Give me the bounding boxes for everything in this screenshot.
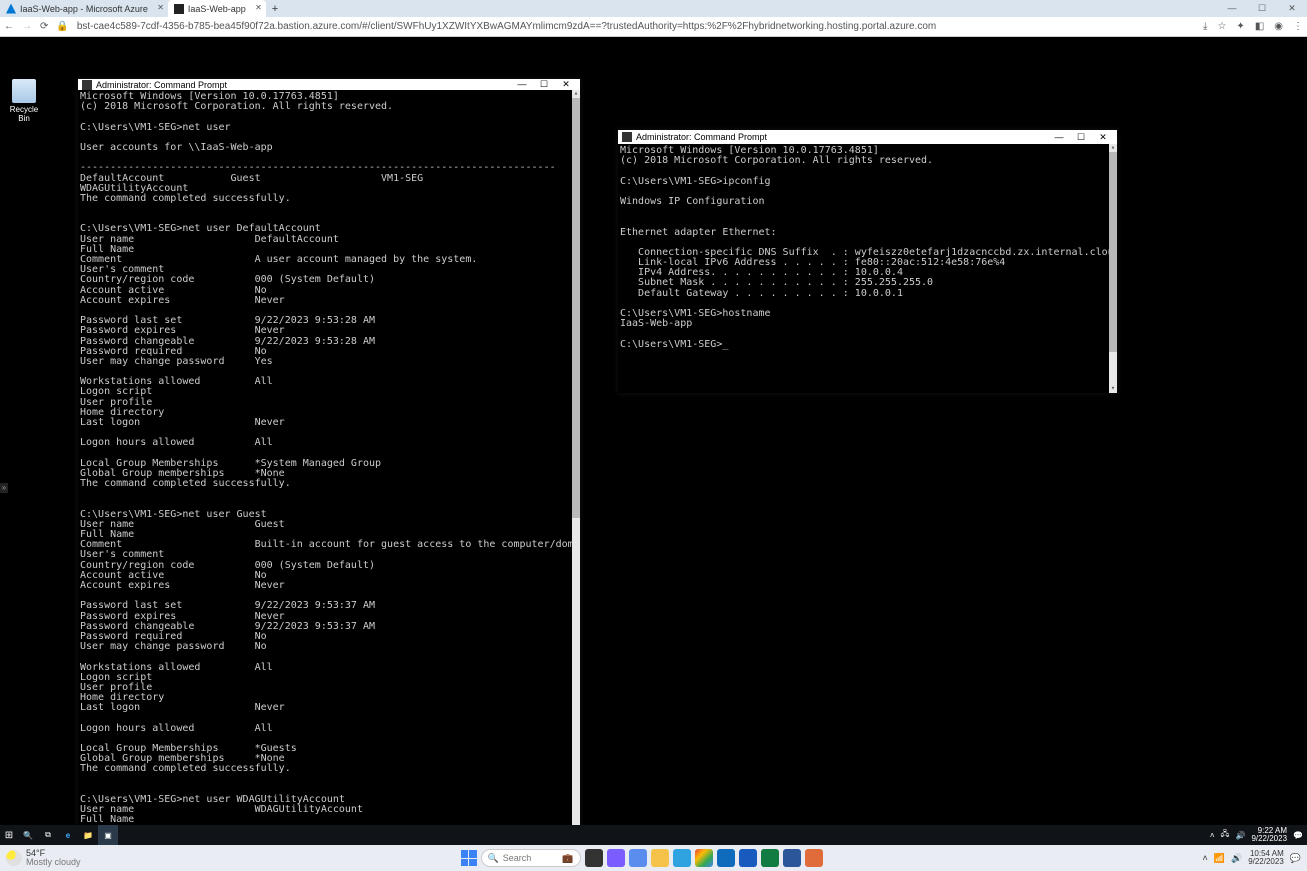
nav-reload-button[interactable]: ⟳ xyxy=(40,21,48,32)
host-date: 9/22/2023 xyxy=(1248,858,1284,866)
maximize-button[interactable]: ☐ xyxy=(1071,132,1091,143)
network-icon[interactable]: 🖧 xyxy=(1221,828,1230,842)
taskbar-app-onenote[interactable] xyxy=(783,849,801,867)
window-maximize-button[interactable]: ☐ xyxy=(1247,3,1277,14)
taskbar-app-excel[interactable] xyxy=(761,849,779,867)
weather-desc: Mostly cloudy xyxy=(26,858,81,867)
install-app-icon[interactable]: ⤓ xyxy=(1203,21,1207,32)
close-icon[interactable]: ✕ xyxy=(255,3,262,12)
scroll-down-icon[interactable]: ▾ xyxy=(1109,385,1117,393)
search-icon: 🔍 xyxy=(488,853,499,864)
taskbar-app-outlook[interactable] xyxy=(717,849,735,867)
scrollbar[interactable]: ▴ ▾ xyxy=(572,90,580,845)
window-title: Administrator: Command Prompt xyxy=(96,80,227,90)
remote-date: 9/22/2023 xyxy=(1251,835,1287,843)
close-icon[interactable]: ✕ xyxy=(157,3,164,12)
taskbar-ie[interactable]: e xyxy=(58,825,78,845)
taskbar-app-word[interactable] xyxy=(739,849,757,867)
taskbar-app-teams[interactable] xyxy=(607,849,625,867)
cmd-output[interactable]: Microsoft Windows [Version 10.0.17763.48… xyxy=(78,90,572,845)
tray-overflow-icon[interactable]: ˄ xyxy=(1202,853,1207,863)
volume-icon[interactable]: 🔊 xyxy=(1231,853,1242,864)
weather-widget[interactable]: 54°F Mostly cloudy xyxy=(6,849,81,867)
close-button[interactable]: ✕ xyxy=(556,79,576,90)
lock-icon[interactable]: 🔒 xyxy=(56,21,68,32)
cmd-window-netuser[interactable]: Administrator: Command Prompt — ☐ ✕ Micr… xyxy=(78,79,580,845)
window-minimize-button[interactable]: — xyxy=(1217,3,1247,14)
tray-overflow-icon[interactable]: ˄ xyxy=(1210,831,1215,840)
taskbar-app-chrome[interactable] xyxy=(695,849,713,867)
cmd-window-ipconfig[interactable]: Administrator: Command Prompt — ☐ ✕ Micr… xyxy=(618,130,1117,393)
tab-title: IaaS-Web-app xyxy=(188,4,246,14)
cmd-titlebar[interactable]: Administrator: Command Prompt — ☐ ✕ xyxy=(78,79,580,90)
taskbar-explorer[interactable]: 📁 xyxy=(78,825,98,845)
weather-icon xyxy=(6,850,22,866)
scroll-thumb[interactable] xyxy=(1109,152,1117,352)
scroll-thumb[interactable] xyxy=(572,98,580,518)
cmd-titlebar[interactable]: Administrator: Command Prompt — ☐ ✕ xyxy=(618,130,1117,144)
taskbar-app-copilot[interactable] xyxy=(585,849,603,867)
browser-tab-azure[interactable]: IaaS-Web-app - Microsoft Azure ✕ xyxy=(0,0,168,17)
address-bar: ← → ⟳ 🔒 bst-cae4c589-7cdf-4356-b785-bea4… xyxy=(0,17,1307,37)
scroll-up-icon[interactable]: ▴ xyxy=(572,90,580,98)
minimize-button[interactable]: — xyxy=(512,79,532,90)
cmd-icon xyxy=(622,132,632,142)
bin-icon xyxy=(12,79,36,103)
taskbar-app-snip[interactable] xyxy=(805,849,823,867)
taskbar-app-edge[interactable] xyxy=(673,849,691,867)
taskbar-app-explorer[interactable] xyxy=(651,849,669,867)
extensions-icon[interactable]: ✦ xyxy=(1236,21,1244,32)
taskbar-search-input[interactable]: 🔍 Search 💼 xyxy=(481,849,581,867)
nav-forward-button[interactable]: → xyxy=(22,21,32,32)
task-view-button[interactable]: ⧉ xyxy=(38,825,58,845)
minimize-button[interactable]: — xyxy=(1049,132,1069,143)
browser-tab-strip: IaaS-Web-app - Microsoft Azure ✕ IaaS-We… xyxy=(0,0,1307,17)
search-badge-icon: 💼 xyxy=(562,853,573,864)
remote-taskbar: ⊞ 🔍 ⧉ e 📁 ▣ ˄ 🖧 🔊 9:22 AM 9/22/2023 💬 xyxy=(0,825,1307,845)
start-button[interactable] xyxy=(461,850,477,866)
taskbar-app-settings[interactable] xyxy=(629,849,647,867)
start-button[interactable]: ⊞ xyxy=(0,830,18,841)
taskbar-cmd[interactable]: ▣ xyxy=(98,825,118,845)
maximize-button[interactable]: ☐ xyxy=(534,79,554,90)
scrollbar[interactable]: ▴ ▾ xyxy=(1109,144,1117,393)
scroll-up-icon[interactable]: ▴ xyxy=(1109,144,1117,152)
page-icon xyxy=(174,4,184,14)
bastion-toolbar-handle[interactable]: » xyxy=(0,483,8,493)
cmd-icon xyxy=(82,80,92,90)
cmd-output[interactable]: Microsoft Windows [Version 10.0.17763.48… xyxy=(618,144,1109,393)
volume-icon[interactable]: 🔊 xyxy=(1235,831,1245,840)
notifications-icon[interactable]: 💬 xyxy=(1293,831,1303,840)
window-close-button[interactable]: ✕ xyxy=(1277,3,1307,14)
window-title: Administrator: Command Prompt xyxy=(636,132,767,142)
notifications-icon[interactable]: 💬 xyxy=(1290,853,1301,864)
profile-icon[interactable]: ◉ xyxy=(1274,21,1283,32)
wifi-icon[interactable]: 📶 xyxy=(1214,853,1225,864)
host-taskbar: 54°F Mostly cloudy 🔍 Search 💼 ˄ 📶 🔊 10:5… xyxy=(0,845,1307,871)
close-button[interactable]: ✕ xyxy=(1093,132,1113,143)
taskbar-search-button[interactable]: 🔍 xyxy=(18,825,38,845)
side-panel-icon[interactable]: ◧ xyxy=(1255,21,1264,32)
search-placeholder: Search xyxy=(503,853,532,863)
recycle-bin-label: Recycle Bin xyxy=(10,105,38,123)
url-input[interactable]: bst-cae4c589-7cdf-4356-b785-bea45f90f72a… xyxy=(77,21,1195,32)
new-tab-button[interactable]: + xyxy=(266,3,284,15)
tab-title: IaaS-Web-app - Microsoft Azure xyxy=(20,4,148,14)
azure-icon xyxy=(6,4,16,14)
host-clock[interactable]: 10:54 AM 9/22/2023 xyxy=(1248,850,1284,866)
browser-tab-bastion[interactable]: IaaS-Web-app ✕ xyxy=(168,0,266,17)
remote-desktop[interactable]: Recycle Bin » Administrator: Command Pro… xyxy=(0,37,1307,845)
bookmark-star-icon[interactable]: ☆ xyxy=(1217,21,1226,32)
nav-back-button[interactable]: ← xyxy=(4,21,14,32)
remote-clock[interactable]: 9:22 AM 9/22/2023 xyxy=(1251,827,1287,843)
menu-icon[interactable]: ⋮ xyxy=(1293,21,1303,32)
recycle-bin-icon[interactable]: Recycle Bin xyxy=(6,79,42,123)
